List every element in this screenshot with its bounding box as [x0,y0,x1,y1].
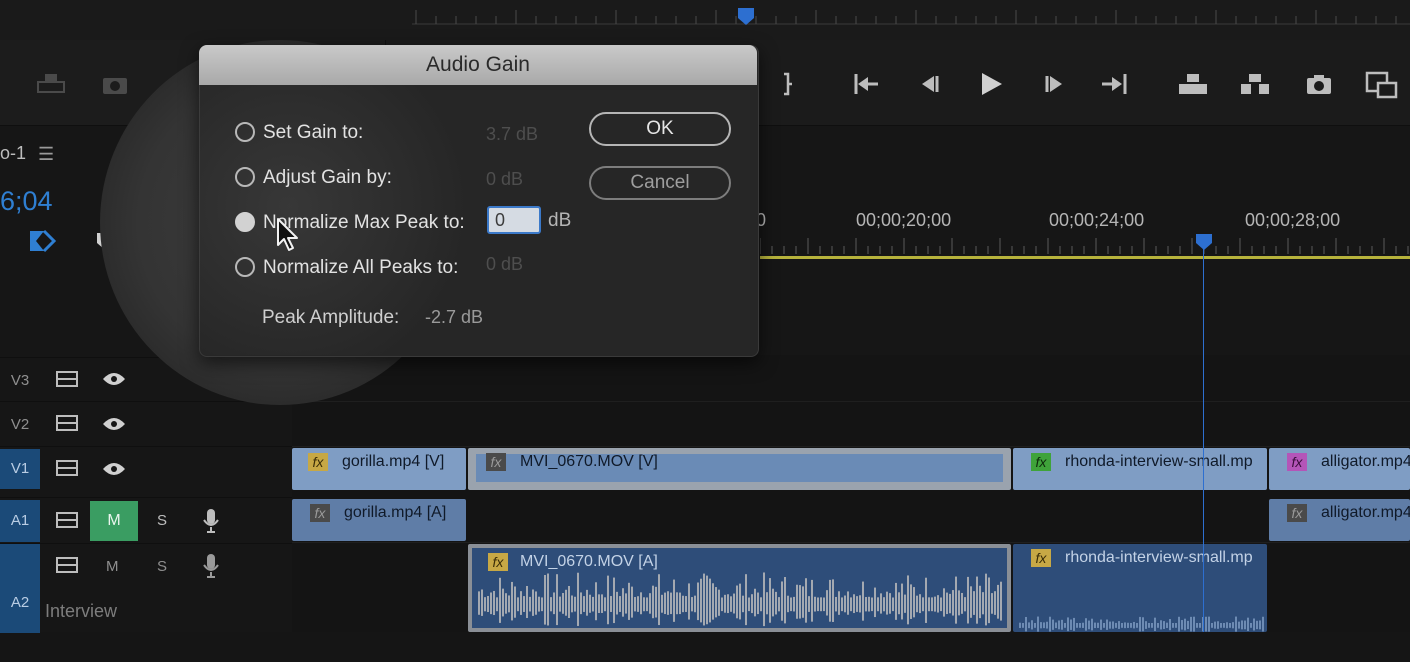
export-frame-camera-icon[interactable] [1302,68,1336,100]
audio-clip[interactable]: fx alligator.mp4 [1269,499,1410,541]
fx-badge: fx [1031,453,1051,471]
mute-track-button[interactable]: M [106,558,119,575]
audio-clip-selected[interactable]: fx MVI_0670.MOV [A] [468,544,1011,632]
video-clip[interactable]: fx rhonda-interview-small.mp [1013,448,1267,490]
ruler-time-label: 00;00;24;00 [1049,210,1145,230]
peak-amplitude-value: -2.7 dB [425,307,484,327]
clip-name: gorilla.mp4 [V] [342,453,445,470]
microphone-icon[interactable] [202,508,220,534]
track-label[interactable]: A1 [0,500,40,542]
playhead-line[interactable] [1203,236,1204,632]
eye-icon[interactable] [102,417,126,431]
solo-track-button[interactable]: S [157,512,167,529]
track-label[interactable]: A2 [0,544,40,633]
solo-track-button[interactable]: S [157,558,167,575]
eye-icon[interactable] [102,462,126,476]
adjust-gain-value[interactable]: 0 dB [486,169,523,190]
normalize-all-peaks-radio[interactable] [235,257,255,277]
set-gain-value[interactable]: 3.7 dB [486,124,538,145]
clip-name: rhonda-interview-small.mp [1065,453,1253,470]
track-header-a1: A1 M S [0,497,292,543]
normalize-max-peak-radio[interactable] [235,212,255,232]
clip-name: MVI_0670.MOV [V] [520,453,658,470]
toggle-sync-lock-icon[interactable] [56,511,78,529]
monitor-mini-ruler[interactable] [412,0,1410,30]
video-clip-selected[interactable]: fx MVI_0670.MOV [V] [468,448,1011,490]
step-forward-icon[interactable] [1038,68,1072,100]
set-gain-radio[interactable] [235,122,255,142]
normalize-max-peak-input[interactable] [487,206,541,234]
track-label[interactable]: V2 [0,416,40,433]
normalize-all-peaks-value[interactable]: 0 dB [486,254,523,275]
toggle-sync-lock-icon[interactable] [56,414,78,432]
snap-icon[interactable] [28,229,57,253]
go-to-in-icon[interactable] [850,68,884,100]
comparison-view-icon[interactable] [1364,68,1398,100]
export-frame-icon[interactable] [34,68,68,100]
toggle-sync-lock-icon[interactable] [56,459,78,477]
fx-badge: fx [1287,453,1307,471]
mute-track-button[interactable]: M [90,501,138,541]
track-label[interactable]: V3 [0,372,40,389]
sequence-tab-label[interactable]: o-1 [0,143,26,164]
mouse-cursor-icon [277,218,298,251]
extract-icon[interactable] [1238,68,1272,100]
track-label[interactable]: V1 [0,449,40,489]
toggle-sync-lock-icon[interactable] [56,370,78,388]
cancel-button[interactable]: Cancel [589,166,731,200]
track-header-v2: V2 [0,401,292,446]
audio-clip[interactable]: fx gorilla.mp4 [A] [292,499,466,541]
clip-name: alligator.mp4 [1321,504,1410,521]
track-separator [292,401,1410,402]
ruler-time-label: 00;00;28;00 [1245,210,1341,230]
audio-waveform [1019,616,1264,632]
dialog-title: Audio Gain [426,53,530,76]
audio-waveform [478,572,1002,627]
normalize-max-peak-unit: dB [548,210,572,231]
ruler-time-label: 00;00;20;00 [856,210,952,230]
ok-button[interactable]: OK [589,112,731,146]
lift-icon[interactable] [1176,68,1210,100]
track-header-a2: A2 M S Interview [0,543,292,633]
microphone-icon[interactable] [202,553,220,579]
monitor-playhead-marker [738,8,754,25]
panel-menu-icon[interactable]: ☰ [38,144,54,165]
video-clip[interactable]: fx gorilla.mp4 [V] [292,448,466,490]
clip-name: gorilla.mp4 [A] [344,504,447,521]
track-header-v1: V1 [0,446,292,491]
peak-amplitude-label: Peak Amplitude: [262,307,400,328]
fx-badge: fx [310,504,330,522]
toggle-sync-lock-icon[interactable] [56,556,78,574]
fx-badge: fx [1287,504,1307,522]
go-to-out-icon[interactable] [1098,68,1132,100]
audio-clip[interactable]: fx rhonda-interview-small.mp [1013,544,1267,632]
fx-badge: fx [308,453,328,471]
step-back-icon[interactable] [912,68,946,100]
adjust-gain-radio[interactable] [235,167,255,187]
clip-name: alligator.mp4 [1321,453,1410,470]
track-separator [292,446,1410,447]
time-ruler[interactable] [760,234,1410,258]
set-gain-label[interactable]: Set Gain to: [263,122,363,144]
eye-icon[interactable] [102,372,126,386]
playhead-timecode[interactable]: 6;04 [0,186,53,217]
camera-icon[interactable] [98,68,132,100]
work-area-bar[interactable] [760,256,1410,259]
adjust-gain-label[interactable]: Adjust Gain by: [263,167,392,189]
playhead-handle[interactable] [1195,234,1213,250]
fx-badge: fx [486,453,506,471]
video-clip[interactable]: fx alligator.mp4 [1269,448,1410,490]
mark-out-icon[interactable] [770,68,804,100]
track-separator [292,542,1410,543]
normalize-all-peaks-label[interactable]: Normalize All Peaks to: [263,257,458,279]
play-icon[interactable] [974,68,1008,100]
track-name: Interview [45,601,118,621]
